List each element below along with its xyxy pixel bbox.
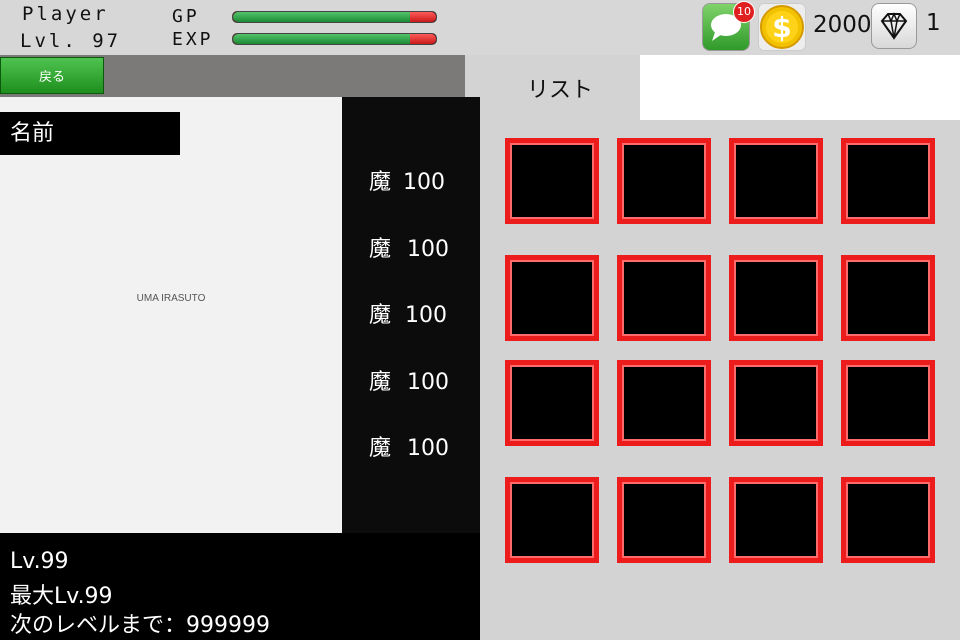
item-slot[interactable] — [505, 360, 599, 446]
item-slot[interactable] — [505, 138, 599, 224]
gp-bar-remaining — [409, 12, 436, 22]
item-slot[interactable] — [729, 138, 823, 224]
level-info-panel: Lv.99 最大Lv.99 次のレベルまで：999999 — [0, 533, 480, 640]
next-level-exp: 次のレベルまで：999999 — [10, 613, 270, 638]
item-slot[interactable] — [505, 255, 599, 341]
gem-button[interactable] — [871, 3, 917, 49]
stat-row: 魔 100 — [369, 231, 449, 263]
max-level: 最大Lv.99 — [10, 584, 113, 609]
stat-value: 100 — [405, 303, 448, 328]
stat-label: 魔 — [369, 237, 392, 262]
back-button[interactable]: 戻る — [0, 57, 104, 94]
player-level: Lvl. 97 — [20, 30, 122, 52]
item-slot[interactable] — [729, 360, 823, 446]
item-slot[interactable] — [617, 255, 711, 341]
exp-bar-fill — [233, 34, 410, 44]
diamond-icon — [880, 12, 908, 40]
exp-bar-remaining — [409, 34, 436, 44]
stat-row: 魔 100 — [369, 430, 449, 462]
item-slot[interactable] — [729, 477, 823, 563]
message-count-badge: 10 — [733, 1, 755, 23]
stat-label: 魔 — [369, 370, 392, 395]
exp-bar — [232, 33, 437, 45]
gp-bar-fill — [233, 12, 410, 22]
player-label: Player — [22, 3, 109, 25]
gp-bar — [232, 11, 437, 23]
coin-amount: 2000 — [813, 12, 872, 38]
stat-value: 100 — [407, 370, 450, 395]
item-slot[interactable] — [841, 255, 935, 341]
stat-row: 魔 100 — [369, 297, 447, 329]
item-slot[interactable] — [729, 255, 823, 341]
stats-column: 魔 100 魔 100 魔 100 魔 100 魔 100 — [342, 97, 480, 533]
exp-label: EXP — [172, 29, 214, 50]
item-slot[interactable] — [617, 477, 711, 563]
item-slot[interactable] — [617, 360, 711, 446]
stat-value: 100 — [403, 170, 446, 195]
item-slot[interactable] — [841, 477, 935, 563]
portrait-placeholder-label: UMA IRASUTO — [136, 293, 206, 304]
coin-icon: $ — [760, 5, 804, 49]
stat-row: 魔 100 — [369, 364, 449, 396]
stat-row: 魔 100 — [369, 164, 445, 196]
tab-list[interactable]: リスト — [480, 55, 640, 120]
item-slot[interactable] — [505, 477, 599, 563]
character-name: 名前 — [0, 112, 180, 155]
stat-value: 100 — [407, 237, 450, 262]
gp-label: GP — [172, 6, 200, 27]
top-hud: Player Lvl. 97 GP EXP 10 $ 2000 1 — [0, 0, 960, 55]
item-slot[interactable] — [617, 138, 711, 224]
coin-button[interactable]: $ — [758, 3, 806, 51]
item-slot[interactable] — [841, 138, 935, 224]
stat-label: 魔 — [369, 303, 392, 328]
current-level: Lv.99 — [10, 549, 69, 574]
item-slot[interactable] — [841, 360, 935, 446]
stat-label: 魔 — [369, 170, 392, 195]
gem-amount: 1 — [926, 10, 941, 36]
character-portrait: UMA IRASUTO — [0, 97, 342, 533]
svg-text:$: $ — [772, 11, 791, 44]
stat-label: 魔 — [369, 436, 392, 461]
tab-bar-empty — [640, 55, 960, 120]
stat-value: 100 — [407, 436, 450, 461]
